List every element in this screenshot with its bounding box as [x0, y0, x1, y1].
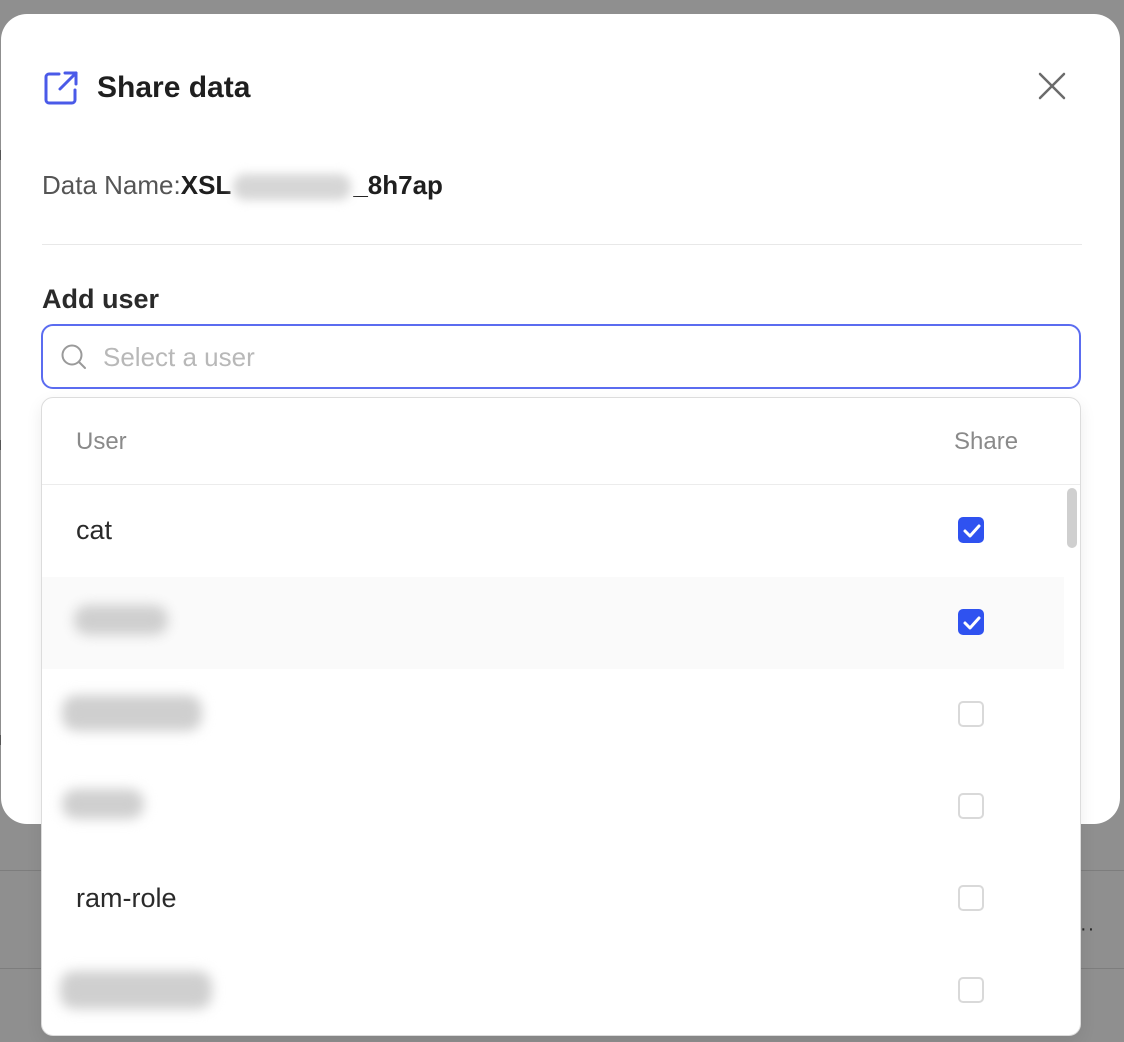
redacted-text [233, 174, 352, 201]
user-row[interactable] [42, 761, 1064, 853]
search-icon [61, 344, 86, 369]
close-button[interactable] [1036, 70, 1068, 102]
user-name: ram-role [76, 883, 177, 913]
user-dropdown: User Share cat ram-role [41, 397, 1081, 1036]
data-name-label: Data Name: [42, 170, 181, 200]
modal-title: Share data [97, 71, 251, 104]
data-name-suffix: _8h7ap [353, 170, 443, 200]
redacted-user-name [74, 605, 168, 635]
scrollbar-thumb[interactable] [1067, 488, 1077, 548]
column-header-user: User [76, 428, 127, 455]
share-checkbox[interactable] [958, 701, 984, 727]
user-row[interactable]: ram-role [42, 853, 1064, 945]
user-name: cat [76, 515, 113, 545]
share-checkbox[interactable] [958, 517, 984, 543]
user-search-input[interactable] [101, 334, 1065, 380]
modal-header: Share data [43, 66, 250, 110]
share-checkbox[interactable] [958, 885, 984, 911]
user-row[interactable] [42, 577, 1064, 669]
data-name-prefix: XSL [180, 170, 232, 200]
data-name-value: XSL _8h7ap [180, 170, 443, 201]
dropdown-header: User Share [42, 398, 1080, 485]
share-checkbox[interactable] [958, 793, 984, 819]
user-row[interactable]: cat [42, 485, 1064, 577]
more-icon: ·· [1080, 918, 1096, 940]
user-row[interactable] [42, 945, 1064, 1035]
redacted-user-name [62, 695, 202, 731]
share-external-icon [43, 70, 79, 106]
user-row[interactable] [42, 669, 1064, 761]
user-search-box[interactable] [41, 324, 1081, 389]
redacted-user-name [60, 971, 212, 1009]
divider [42, 244, 1082, 245]
share-checkbox[interactable] [958, 609, 984, 635]
scrollbar-track [1066, 486, 1076, 1034]
check-icon [963, 616, 981, 630]
column-header-share: Share [954, 428, 1019, 455]
data-name-row: Data Name:XSL _8h7ap [42, 170, 443, 201]
user-list: cat ram-role [42, 485, 1064, 1035]
share-checkbox[interactable] [958, 977, 984, 1003]
add-user-label: Add user [42, 284, 160, 314]
close-icon [1038, 72, 1066, 100]
redacted-user-name [62, 789, 144, 819]
check-icon [963, 524, 981, 538]
